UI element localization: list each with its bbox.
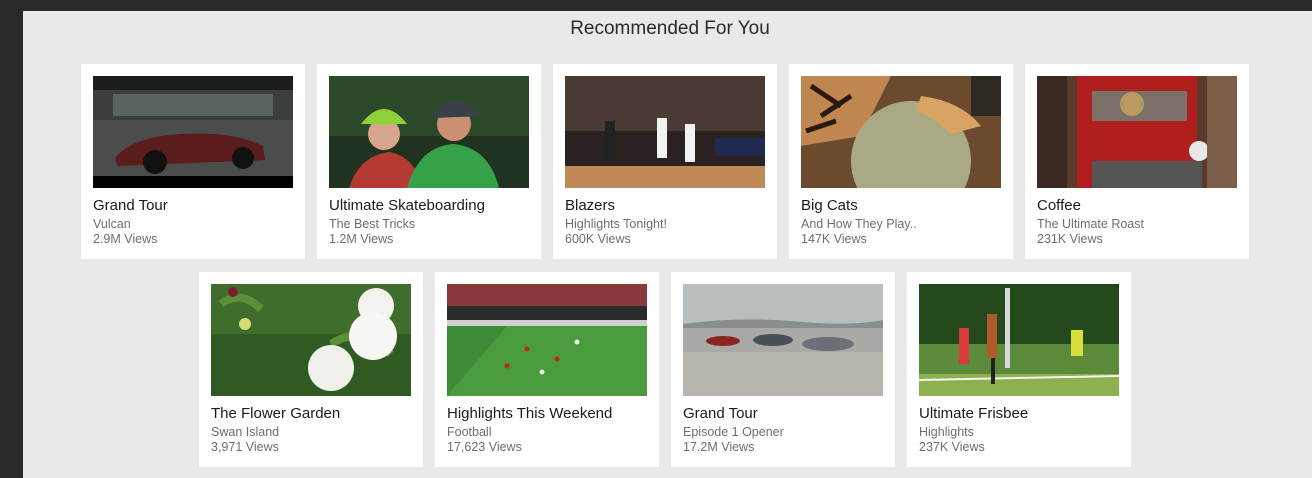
video-title[interactable]: Highlights This Weekend xyxy=(447,405,612,422)
video-card-the-flower-garden[interactable]: The Flower Garden Swan Island 3,971 View… xyxy=(199,272,423,467)
video-title[interactable]: Grand Tour xyxy=(93,197,168,214)
video-subtitle: The Best Tricks xyxy=(329,217,416,231)
video-card-grand-tour-2[interactable]: Grand Tour Episode 1 Opener 17.2M Views xyxy=(671,272,895,467)
view-count: 1.2M Views xyxy=(329,232,394,246)
video-title[interactable]: Blazers xyxy=(565,197,615,214)
view-count: 600K Views xyxy=(565,232,631,246)
video-card-blazers[interactable]: Blazers Highlights Tonight! 600K Views xyxy=(553,64,777,259)
video-card-grand-tour[interactable]: Grand Tour Vulcan 2.9M Views xyxy=(81,64,305,259)
skateboarders-thumbnail[interactable] xyxy=(329,76,529,188)
video-subtitle: Swan Island xyxy=(211,425,280,439)
view-count: 147K Views xyxy=(801,232,867,246)
view-count: 231K Views xyxy=(1037,232,1103,246)
car-thumbnail[interactable] xyxy=(93,76,293,188)
video-title[interactable]: The Flower Garden xyxy=(211,405,340,422)
cars-drifting-thumbnail[interactable] xyxy=(683,284,883,396)
video-subtitle: And How They Play.. xyxy=(801,217,917,231)
view-count: 17,623 Views xyxy=(447,440,522,454)
basketball-thumbnail[interactable] xyxy=(565,76,765,188)
dahlia-flowers-thumbnail[interactable] xyxy=(211,284,411,396)
view-count: 3,971 Views xyxy=(211,440,279,454)
video-subtitle: Episode 1 Opener xyxy=(683,425,784,439)
view-count: 17.2M Views xyxy=(683,440,755,454)
video-card-highlights-this-weekend[interactable]: Highlights This Weekend Football 17,623 … xyxy=(435,272,659,467)
video-title[interactable]: Ultimate Skateboarding xyxy=(329,197,485,214)
video-title[interactable]: Big Cats xyxy=(801,197,858,214)
video-subtitle: Highlights xyxy=(919,425,974,439)
video-title[interactable]: Coffee xyxy=(1037,197,1081,214)
video-card-coffee[interactable]: Coffee The Ultimate Roast 231K Views xyxy=(1025,64,1249,259)
video-card-big-cats[interactable]: Big Cats And How They Play.. 147K Views xyxy=(789,64,1013,259)
soccer-field-thumbnail[interactable] xyxy=(447,284,647,396)
video-subtitle: Football xyxy=(447,425,492,439)
tiger-ball-thumbnail[interactable] xyxy=(801,76,1001,188)
video-subtitle: The Ultimate Roast xyxy=(1037,217,1144,231)
video-title[interactable]: Ultimate Frisbee xyxy=(919,405,1028,422)
section-heading: Recommended For You xyxy=(570,18,770,39)
video-subtitle: Vulcan xyxy=(93,217,131,231)
video-card-ultimate-skateboarding[interactable]: Ultimate Skateboarding The Best Tricks 1… xyxy=(317,64,541,259)
view-count: 2.9M Views xyxy=(93,232,158,246)
coffee-roaster-thumbnail[interactable] xyxy=(1037,76,1237,188)
video-subtitle: Highlights Tonight! xyxy=(565,217,667,231)
frisbee-players-thumbnail[interactable] xyxy=(919,284,1119,396)
view-count: 237K Views xyxy=(919,440,985,454)
video-title[interactable]: Grand Tour xyxy=(683,405,758,422)
video-card-ultimate-frisbee[interactable]: Ultimate Frisbee Highlights 237K Views xyxy=(907,272,1131,467)
